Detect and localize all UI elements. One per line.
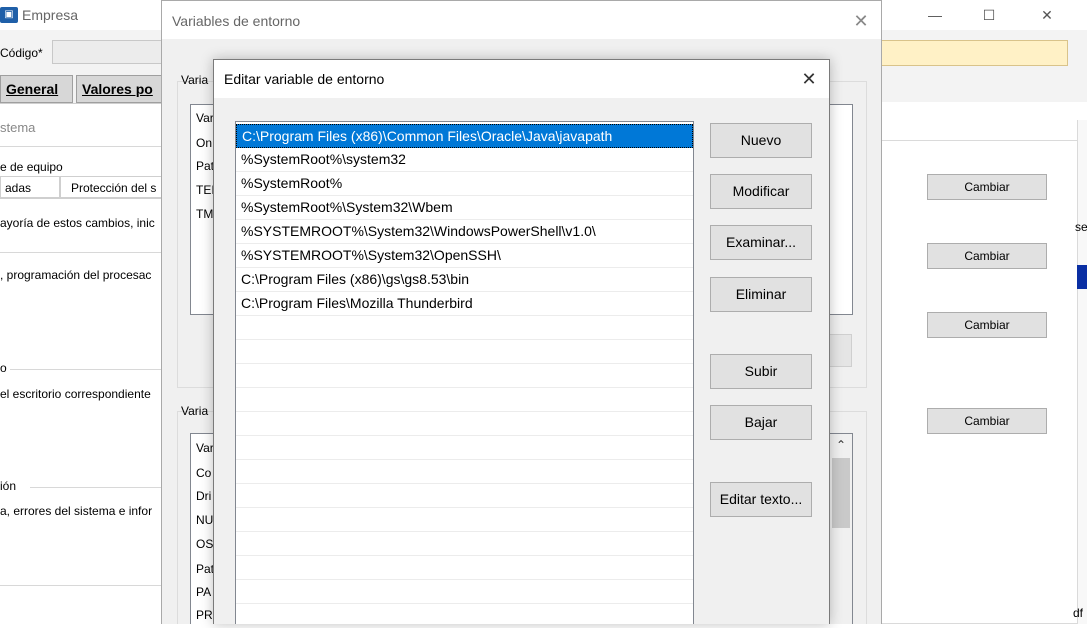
environment-variables-title: Variables de entorno <box>172 13 301 29</box>
path-list-item[interactable]: C:\Program Files (x86)\gs\gs8.53\bin <box>236 268 693 292</box>
close-icon[interactable]: ✕ <box>796 67 822 91</box>
path-list-empty-row[interactable] <box>236 316 693 340</box>
divider <box>10 369 162 370</box>
system-variables-label: Varia <box>181 404 209 418</box>
path-list-item[interactable]: %SystemRoot%\System32\Wbem <box>236 196 693 220</box>
divider <box>0 252 162 253</box>
startup-recovery-text: a, errores del sistema e infor <box>0 504 153 518</box>
path-list-item[interactable]: %SYSTEMROOT%\System32\WindowsPowerShell\… <box>236 220 693 244</box>
delete-button[interactable]: Eliminar <box>710 277 812 312</box>
user-profiles-text: el escritorio correspondiente <box>0 387 151 401</box>
list-item[interactable]: Pat <box>196 562 214 576</box>
list-item[interactable]: On <box>196 136 212 150</box>
path-list-empty-row[interactable] <box>236 340 693 364</box>
path-list-empty-row[interactable] <box>236 412 693 436</box>
change-button-1[interactable]: Cambiar <box>927 174 1047 200</box>
path-list-empty-row[interactable] <box>236 364 693 388</box>
list-item[interactable]: Co <box>196 466 211 480</box>
path-list-item[interactable]: %SystemRoot%\system32 <box>236 148 693 172</box>
path-list-empty-row[interactable] <box>236 508 693 532</box>
right-edge-panel <box>1077 120 1087 624</box>
change-button-2[interactable]: Cambiar <box>927 243 1047 269</box>
divider <box>0 585 162 586</box>
edge-text: se <box>1075 220 1087 234</box>
path-list-empty-row[interactable] <box>236 484 693 508</box>
close-icon[interactable]: ✕ <box>848 9 874 33</box>
list-item[interactable]: NU <box>196 513 213 527</box>
list-item[interactable]: PA <box>196 585 211 599</box>
window-close-icon[interactable]: ✕ <box>1024 4 1070 26</box>
startup-recovery-section-label: ión <box>0 479 17 493</box>
move-down-button[interactable]: Bajar <box>710 405 812 440</box>
tab-valores[interactable]: Valores po <box>76 75 162 103</box>
codigo-label: Código* <box>0 46 43 60</box>
app-logo-icon: ▣ <box>0 7 18 23</box>
path-list-item[interactable]: %SYSTEMROOT%\System32\OpenSSH\ <box>236 244 693 268</box>
path-list-empty-row[interactable] <box>236 436 693 460</box>
list-item[interactable]: Dri <box>196 489 211 503</box>
background-tab-strip <box>880 70 1087 103</box>
divider <box>30 487 162 488</box>
processor-text: , programación del procesac <box>0 268 152 282</box>
new-button[interactable]: Nuevo <box>710 123 812 158</box>
system-properties-tabs: adas Protección del s <box>0 176 162 199</box>
path-list-empty-row[interactable] <box>236 556 693 580</box>
description-field[interactable] <box>880 40 1068 66</box>
user-profiles-section-label: o <box>0 361 7 375</box>
list-item[interactable]: Pat <box>196 159 214 173</box>
list-item: Var <box>196 111 214 125</box>
list-item[interactable]: OS <box>196 537 213 551</box>
edit-variable-title: Editar variable de entorno <box>224 71 385 87</box>
edit-button[interactable]: Modificar <box>710 174 812 209</box>
divider <box>0 146 162 147</box>
list-item[interactable]: TEI <box>196 183 215 197</box>
edge-text: df <box>1073 606 1084 620</box>
list-item[interactable]: TM <box>196 207 213 221</box>
tab-system-protection[interactable]: Protección del s <box>60 176 162 198</box>
list-item[interactable]: PR <box>196 608 213 622</box>
background-tabs: General Valores po <box>0 75 162 103</box>
path-list-item[interactable]: C:\Program Files\Mozilla Thunderbird <box>236 292 693 316</box>
system-properties-title: stema <box>0 120 36 135</box>
edit-text-button[interactable]: Editar texto... <box>710 482 812 517</box>
computer-name-tab-label: e de equipo <box>0 160 63 174</box>
background-window-title: Empresa <box>22 7 79 23</box>
codigo-input[interactable] <box>52 40 162 64</box>
path-list-empty-row[interactable] <box>236 388 693 412</box>
tab-advanced[interactable]: adas <box>0 176 60 198</box>
system-properties-right-group <box>880 140 1077 624</box>
user-variables-label: Varia <box>181 73 209 87</box>
list-item: Var <box>196 441 214 455</box>
change-button-3[interactable]: Cambiar <box>927 312 1047 338</box>
path-list-empty-row[interactable] <box>236 460 693 484</box>
path-list-empty-row[interactable] <box>236 532 693 556</box>
browse-button[interactable]: Examinar... <box>710 225 812 260</box>
tab-general[interactable]: General <box>0 75 73 103</box>
path-list-empty-row[interactable] <box>236 580 693 604</box>
path-list-item[interactable]: C:\Program Files (x86)\Common Files\Orac… <box>236 124 693 148</box>
maximize-icon[interactable]: ☐ <box>966 4 1012 26</box>
scrollbar-thumb[interactable] <box>832 458 850 528</box>
move-up-button[interactable]: Subir <box>710 354 812 389</box>
minimize-icon[interactable]: — <box>912 4 958 26</box>
path-list-item[interactable]: %SystemRoot% <box>236 172 693 196</box>
edge-selection-highlight <box>1077 265 1087 289</box>
performance-text: ayoría de estos cambios, inic <box>0 216 155 230</box>
change-button-4[interactable]: Cambiar <box>927 408 1047 434</box>
chevron-up-icon[interactable]: ⌃ <box>830 434 852 456</box>
